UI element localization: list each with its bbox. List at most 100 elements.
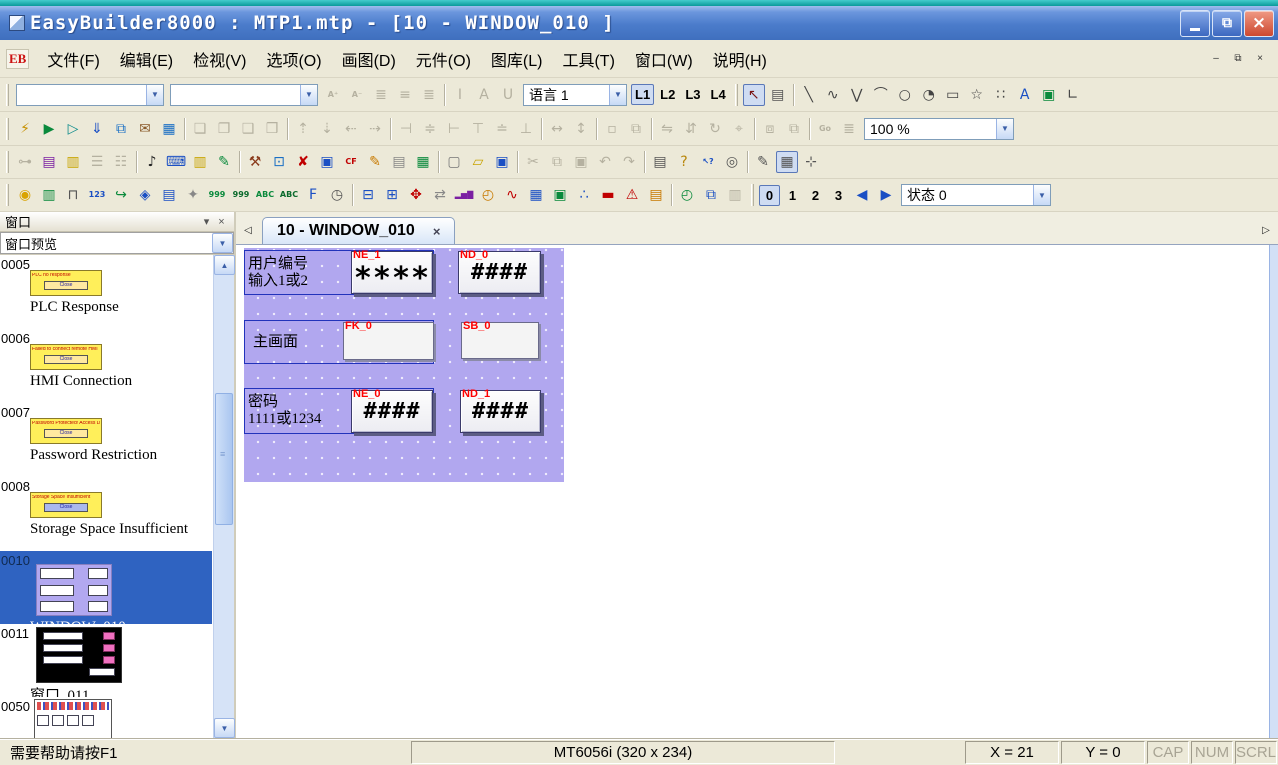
- word-lamp-button[interactable]: ⊟: [357, 184, 379, 206]
- design-window[interactable]: 用户编号输入1或2主画面密码1111或1234NE_1****ND_0####F…: [244, 248, 564, 482]
- toolbar-drag-handle[interactable]: [751, 184, 754, 206]
- font-name-combo[interactable]: ▼: [16, 84, 164, 106]
- save-to-disk-button[interactable]: ▣: [316, 151, 338, 173]
- font-size-combo[interactable]: ▼: [170, 84, 318, 106]
- direct-window-button[interactable]: F: [302, 184, 324, 206]
- on-line-download-button[interactable]: ⊡: [268, 151, 290, 173]
- chevron-down-icon[interactable]: ▼: [996, 119, 1013, 139]
- ascii-input-button[interactable]: ABC: [278, 184, 300, 206]
- chevron-down-icon[interactable]: ▼: [1033, 185, 1050, 205]
- window-item-0008[interactable]: 0008Storage Space InsufficientCloseStora…: [0, 477, 212, 551]
- draw-ellipse-button[interactable]: ○: [894, 84, 916, 106]
- chevron-down-icon[interactable]: ▼: [212, 233, 233, 253]
- zoom-combo[interactable]: 100 %▼: [864, 118, 1014, 140]
- trend-display-button[interactable]: ∿: [501, 184, 523, 206]
- draw-text-button[interactable]: A: [1014, 84, 1036, 106]
- window-item-0011[interactable]: 0011窗口_011: [0, 624, 212, 697]
- window-item-0005[interactable]: 0005PLC no responseClosePLC Response: [0, 255, 212, 329]
- state-next-button[interactable]: ▶: [875, 184, 897, 206]
- scrollbar-thumb[interactable]: [215, 393, 233, 525]
- state-prev-button[interactable]: ◀: [851, 184, 873, 206]
- state-2-button[interactable]: 2: [805, 185, 826, 206]
- state-combo[interactable]: 状态 0▼: [901, 184, 1051, 206]
- key-object-button[interactable]: ✦: [182, 184, 204, 206]
- keyboard-button[interactable]: ⌨: [165, 151, 187, 173]
- multi-state-switch-button[interactable]: ▥: [38, 184, 60, 206]
- toggle-switch-button[interactable]: ⊓: [62, 184, 84, 206]
- new-file-button[interactable]: ▢: [443, 151, 465, 173]
- mail-button[interactable]: ✉: [134, 118, 156, 140]
- panel-close-icon[interactable]: ×: [214, 216, 229, 228]
- menu-options[interactable]: 选项(O): [256, 43, 331, 75]
- open-file-button[interactable]: ▱: [467, 151, 489, 173]
- moving-shape-button[interactable]: ✥: [405, 184, 427, 206]
- offline-simulation-button[interactable]: ▷: [62, 118, 84, 140]
- design-element-sb_0[interactable]: SB_0: [461, 322, 539, 359]
- address-book-button[interactable]: ▤: [38, 151, 60, 173]
- macro-button[interactable]: ✎: [213, 151, 235, 173]
- history-data-button[interactable]: ▦: [525, 184, 547, 206]
- toolbar-drag-handle[interactable]: [6, 184, 9, 206]
- tab-scroll-right-icon[interactable]: ▷: [1258, 222, 1274, 238]
- chevron-down-icon[interactable]: ▼: [300, 85, 317, 105]
- backup-button[interactable]: ⧉: [700, 184, 722, 206]
- toolbar-drag-handle[interactable]: [6, 151, 9, 173]
- tab-scroll-left-icon[interactable]: ◁: [240, 222, 256, 238]
- system-settings-button[interactable]: ⚒: [244, 151, 266, 173]
- draw-line-button[interactable]: ╲: [798, 84, 820, 106]
- menu-tools[interactable]: 工具(T): [552, 43, 624, 75]
- draw-polyline-button[interactable]: ⋁: [846, 84, 868, 106]
- animation-button[interactable]: ⇄: [429, 184, 451, 206]
- mdi-restore-button[interactable]: ⧉: [1230, 51, 1246, 66]
- tab-close-icon[interactable]: ×: [433, 224, 441, 239]
- bar-graph-button[interactable]: ▂▅▇: [453, 184, 475, 206]
- recipe-button[interactable]: ▤: [388, 151, 410, 173]
- menu-window[interactable]: 窗口(W): [625, 43, 703, 75]
- scroll-up-icon[interactable]: ▲: [214, 255, 235, 275]
- language-l2-button[interactable]: L2: [656, 84, 679, 105]
- language-l4-button[interactable]: L4: [707, 84, 730, 105]
- draw-scale-button[interactable]: ∷: [990, 84, 1012, 106]
- touch-trigger-button[interactable]: ◈: [134, 184, 156, 206]
- project-manager-button[interactable]: ⧉: [110, 118, 132, 140]
- online-simulation-button[interactable]: ▶: [38, 118, 60, 140]
- draw-pie-button[interactable]: ◔: [918, 84, 940, 106]
- window-item-0006[interactable]: 0006Failed to connect remote HMICloseHMI…: [0, 329, 212, 403]
- state-0-button[interactable]: 0: [759, 185, 780, 206]
- scrollbar-track[interactable]: [214, 275, 234, 718]
- bit-lamp-button[interactable]: ⊞: [381, 184, 403, 206]
- find-button[interactable]: ◎: [721, 151, 743, 173]
- design-element-nd_0[interactable]: ND_0####: [458, 251, 541, 294]
- draw-bezier-button[interactable]: ∿: [822, 84, 844, 106]
- indicator-light-button[interactable]: ◉: [14, 184, 36, 206]
- function-key-button[interactable]: ↪: [110, 184, 132, 206]
- language-combo[interactable]: 语言 1▼: [523, 84, 627, 106]
- close-button[interactable]: ×: [1244, 10, 1274, 37]
- tab-window-010[interactable]: 10 - WINDOW_010 ×: [262, 217, 455, 244]
- xy-plot-button[interactable]: ∴: [573, 184, 595, 206]
- panel-collapse-icon[interactable]: ▾: [199, 215, 214, 228]
- menu-draw[interactable]: 画图(D): [332, 43, 406, 75]
- text-label-button[interactable]: ▤: [158, 184, 180, 206]
- ascii-display-button[interactable]: ABC: [254, 184, 276, 206]
- toolbar-drag-handle[interactable]: [6, 118, 9, 140]
- scheduler-button[interactable]: ◴: [676, 184, 698, 206]
- toolbar-drag-handle[interactable]: [6, 84, 9, 106]
- download-button[interactable]: ⇓: [86, 118, 108, 140]
- design-element-ne_1[interactable]: NE_1****: [351, 251, 433, 294]
- edit-canvas[interactable]: 用户编号输入1或2主画面密码1111或1234NE_1****ND_0####F…: [236, 245, 1278, 738]
- draw-corner-button[interactable]: ∟: [1062, 84, 1084, 106]
- context-help-button[interactable]: ↖?: [697, 151, 719, 173]
- draw-arc-button[interactable]: ⌒: [870, 84, 892, 106]
- design-element-fk_0[interactable]: FK_0: [343, 322, 434, 360]
- menu-library[interactable]: 图库(L): [481, 43, 553, 75]
- event-display-button[interactable]: ▤: [645, 184, 667, 206]
- sound-button[interactable]: ♪: [141, 151, 163, 173]
- state-1-button[interactable]: 1: [782, 185, 803, 206]
- restore-button[interactable]: ⧉: [1212, 10, 1242, 37]
- grid-button[interactable]: ▦: [776, 151, 798, 173]
- draw-picture-button[interactable]: ▣: [1038, 84, 1060, 106]
- menu-view[interactable]: 检视(V): [183, 43, 256, 75]
- save-file-button[interactable]: ▣: [491, 151, 513, 173]
- clock-button[interactable]: ◷: [326, 184, 348, 206]
